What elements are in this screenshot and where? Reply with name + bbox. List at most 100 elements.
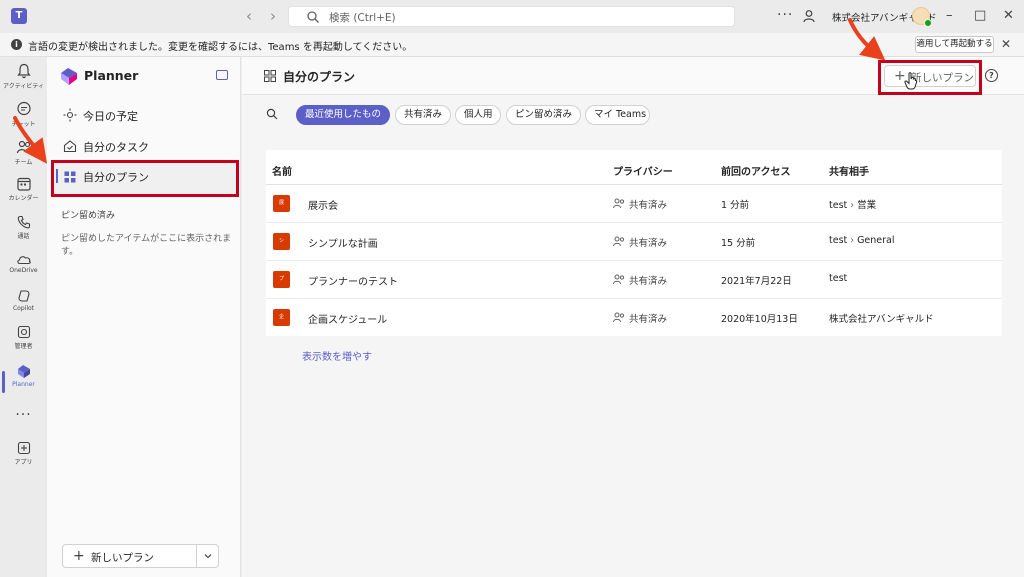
- active-indicator: [56, 169, 58, 183]
- plan-privacy: 共有済み: [629, 238, 668, 249]
- cloud-icon: [16, 256, 31, 265]
- nav-label: 今日の予定: [83, 110, 138, 123]
- phone-icon: [17, 215, 30, 229]
- search-input[interactable]: 検索 (Ctrl+E): [288, 6, 735, 27]
- column-header-last-access[interactable]: 前回のアクセス: [721, 163, 791, 178]
- sidebar-title: Planner: [84, 68, 139, 83]
- shared-channel: 営業: [857, 200, 877, 211]
- collapse-panel-icon[interactable]: [216, 70, 228, 80]
- column-header-privacy[interactable]: プライバシー: [613, 163, 673, 178]
- notification-bar: i 言語の変更が検出されました。変更を確認するには、Teams を再起動してくだ…: [0, 33, 1024, 57]
- plan-shared-with: test: [829, 273, 847, 284]
- pinned-header: ピン留め済み: [61, 211, 116, 221]
- page-title: 自分のプラン: [283, 70, 356, 84]
- rail-label: Copilot: [12, 305, 35, 312]
- plan-tile-icon: シ: [273, 233, 290, 250]
- people-icon: [613, 236, 625, 247]
- show-more-link[interactable]: 表示数を増やす: [302, 348, 372, 363]
- planner-icon: [17, 365, 30, 378]
- teams-logo-icon: T: [11, 8, 27, 24]
- teams-icon: [16, 140, 30, 154]
- search-placeholder: 検索 (Ctrl+E): [329, 12, 396, 24]
- plan-shared-with: test › 営業: [829, 197, 876, 211]
- table-row[interactable]: シ シンプルな計画 共有済み 15 分前 test › General: [266, 223, 1002, 261]
- plan-name: 企画スケジュール: [308, 315, 388, 326]
- presence-available-icon: [924, 19, 932, 27]
- restart-button[interactable]: 適用して再起動する: [915, 36, 994, 53]
- filter-personal[interactable]: 個人用: [455, 105, 501, 125]
- column-header-name[interactable]: 名前: [272, 163, 292, 178]
- rail-item-apps[interactable]: アプリ: [0, 441, 47, 479]
- info-icon: i: [11, 39, 22, 50]
- calendar-icon: [16, 177, 31, 191]
- table-row[interactable]: 展 展示会 共有済み 1 分前 test › 営業: [266, 185, 1002, 223]
- sidebar-new-plan-button[interactable]: + 新しいプラン: [62, 544, 219, 568]
- shared-team: test: [829, 235, 848, 246]
- avatar[interactable]: [912, 7, 932, 27]
- plan-last-access: 1 分前: [721, 200, 750, 211]
- pinned-empty-text: ピン留めしたアイテムがここに表示されます。: [61, 234, 232, 257]
- nav-label: 自分のタスク: [83, 141, 149, 154]
- people-settings-icon[interactable]: [803, 9, 817, 23]
- rail-label: 管理者: [14, 343, 33, 350]
- column-header-shared-with[interactable]: 共有相手: [829, 163, 869, 178]
- more-apps-icon[interactable]: ···: [0, 407, 47, 427]
- title-bar: T ‹ › 検索 (Ctrl+E) ··· 株式会社アバンギャルド – □ ✕: [0, 0, 1024, 33]
- plan-last-access: 2021年7月22日: [721, 276, 792, 287]
- plan-shared-with: test › General: [829, 235, 895, 246]
- table-row[interactable]: プ プランナーのテスト 共有済み 2021年7月22日 test: [266, 261, 1002, 299]
- plan-tile-icon: 展: [273, 195, 290, 212]
- plan-tile-icon: プ: [273, 271, 290, 288]
- rail-label: アプリ: [14, 459, 33, 466]
- rail-item-chat[interactable]: チャット: [0, 101, 47, 139]
- new-plan-button[interactable]: + 新しいプラン: [884, 65, 976, 87]
- rail-label: チャット: [11, 121, 36, 128]
- filter-recent[interactable]: 最近使用したもの: [296, 105, 390, 125]
- filter-pinned[interactable]: ピン留め済み: [506, 105, 581, 125]
- maximize-button[interactable]: □: [974, 8, 986, 24]
- shared-channel: General: [857, 235, 895, 246]
- shared-team: test: [829, 273, 848, 284]
- rail-item-teams[interactable]: チーム: [0, 139, 47, 177]
- back-icon[interactable]: ‹: [246, 8, 252, 24]
- rail-item-planner[interactable]: Planner: [0, 363, 47, 401]
- plan-privacy: 共有済み: [629, 276, 668, 287]
- plans-table: 名前 プライバシー 前回のアクセス 共有相手 展 展示会 共有済み 1 分前 t…: [266, 150, 1002, 336]
- grid-outline-icon: [264, 70, 276, 82]
- forward-icon[interactable]: ›: [270, 8, 276, 24]
- apps-icon: [17, 441, 30, 455]
- table-row[interactable]: 企 企画スケジュール 共有済み 2020年10月13日 株式会社アバンギャルド: [266, 299, 1002, 337]
- table-header: 名前 プライバシー 前回のアクセス 共有相手: [266, 150, 1002, 185]
- minimize-button[interactable]: –: [946, 8, 953, 24]
- search-icon[interactable]: [266, 108, 278, 120]
- rail-label: チーム: [14, 159, 33, 166]
- rail-label: OneDrive: [9, 267, 38, 274]
- rail-item-activity[interactable]: アクティビティ: [0, 63, 47, 101]
- rail-item-onedrive[interactable]: OneDrive: [0, 253, 47, 291]
- plus-icon: +: [73, 548, 85, 564]
- nav-item-today[interactable]: 今日の予定: [51, 99, 239, 131]
- filter-my-teams[interactable]: マイ Teams: [585, 105, 650, 125]
- people-icon: [613, 274, 625, 285]
- more-options-icon[interactable]: ···: [777, 7, 793, 23]
- close-window-button[interactable]: ✕: [1003, 8, 1014, 24]
- plan-tile-icon: 企: [273, 309, 290, 326]
- nav-item-my-tasks[interactable]: 自分のタスク: [51, 130, 239, 162]
- rail-item-admin[interactable]: 管理者: [0, 325, 47, 363]
- rail-item-copilot[interactable]: Copilot: [0, 289, 47, 327]
- nav-item-my-plans[interactable]: 自分のプラン: [51, 160, 239, 197]
- plan-name: 展示会: [308, 201, 338, 212]
- bell-icon: [16, 63, 31, 79]
- rail-item-calendar[interactable]: カレンダー: [0, 177, 47, 215]
- chevron-down-icon[interactable]: [203, 551, 213, 561]
- new-plan-label: 新しいプラン: [911, 72, 974, 84]
- divider: [196, 545, 197, 567]
- close-notification-icon[interactable]: ✕: [1001, 37, 1011, 51]
- shared-team: 株式会社アバンギャルド: [829, 314, 934, 325]
- rail-label: アクティビティ: [3, 83, 44, 90]
- rail-item-calls[interactable]: 通話: [0, 215, 47, 253]
- search-icon: [307, 11, 319, 23]
- filter-shared[interactable]: 共有済み: [395, 105, 451, 125]
- grid-icon: [64, 171, 76, 183]
- help-icon[interactable]: ?: [985, 69, 998, 82]
